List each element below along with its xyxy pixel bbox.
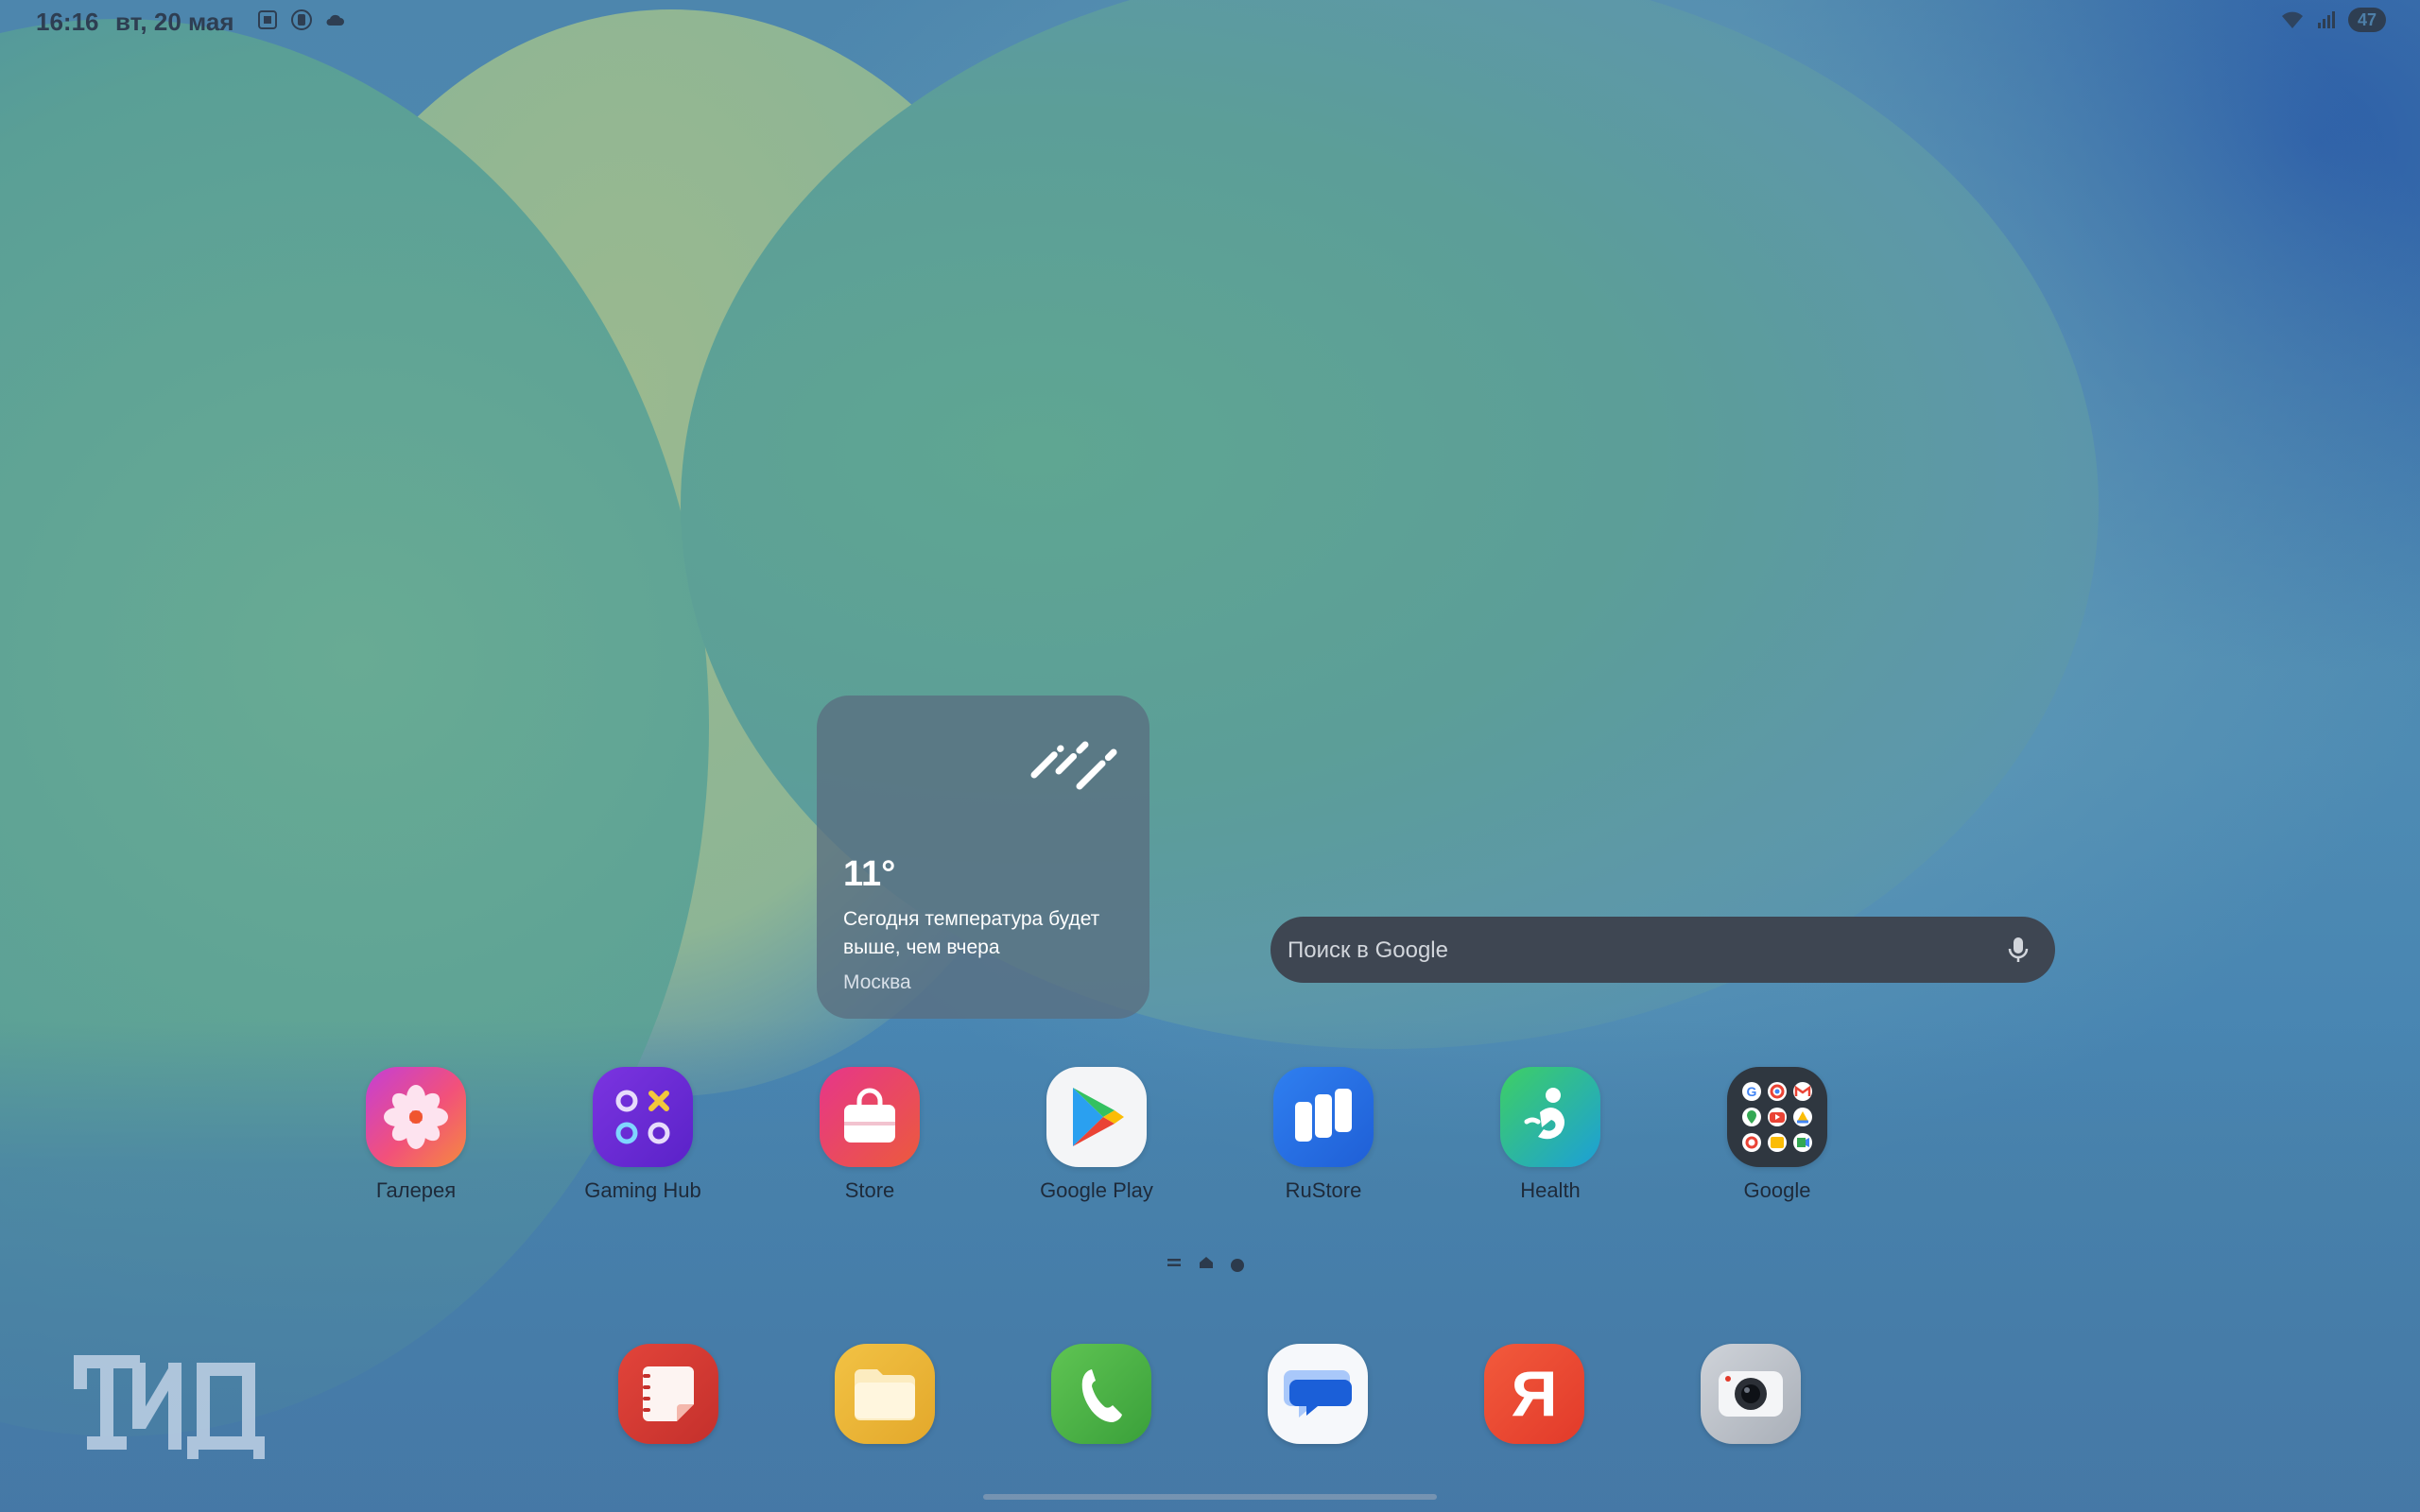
cloud-icon (323, 8, 348, 32)
screenshot-icon (255, 8, 280, 32)
yandex-glyph: Я (1511, 1358, 1558, 1430)
home-page-icon[interactable] (1199, 1255, 1214, 1275)
rustore-icon[interactable] (1273, 1067, 1374, 1167)
page-list-icon[interactable] (1167, 1256, 1182, 1274)
app-label: Google Play (1040, 1178, 1153, 1202)
messages-icon[interactable] (1268, 1344, 1368, 1444)
navigation-handle[interactable] (983, 1494, 1437, 1500)
play-triangle-icon[interactable] (1046, 1067, 1147, 1167)
health-figure-icon[interactable] (1500, 1067, 1600, 1167)
status-bar: 16:16 вт, 20 мая 47 (0, 0, 2420, 42)
phone-icon[interactable] (1051, 1344, 1151, 1444)
app-label: Google (1743, 1178, 1811, 1202)
app-label: RuStore (1285, 1178, 1362, 1202)
files-folder-icon[interactable] (835, 1344, 935, 1444)
svg-text:G: G (1747, 1084, 1757, 1099)
weather-widget[interactable]: 11° Сегодня температура будет выше, чем … (817, 696, 1150, 1019)
status-date: вт, 20 мая (115, 8, 234, 36)
signal-icon (2314, 8, 2339, 32)
app-health[interactable]: Health (1465, 1067, 1635, 1203)
folder-grid-icon[interactable]: G (1727, 1067, 1827, 1167)
watermark-logo (74, 1355, 272, 1466)
notes-icon[interactable] (618, 1344, 718, 1444)
battery-indicator: 47 (2348, 8, 2386, 32)
wifi-icon (2280, 8, 2305, 32)
search-placeholder: Поиск в Google (1288, 937, 1448, 963)
app-label: Галерея (375, 1178, 457, 1202)
app-google-folder[interactable]: G Google (1692, 1067, 1862, 1203)
app-store[interactable]: Store (785, 1067, 955, 1203)
weather-description: Сегодня температура будет выше, чем вчер… (843, 908, 1100, 958)
vibrate-icon (289, 8, 314, 32)
app-label: Store (844, 1178, 895, 1202)
app-rustore[interactable]: RuStore (1238, 1067, 1409, 1203)
app-gallery[interactable]: Галерея (331, 1067, 501, 1203)
status-time: 16:16 (36, 8, 99, 36)
app-label: Gaming Hub (584, 1178, 701, 1202)
mic-icon[interactable] (2002, 934, 2034, 966)
notification-icons (255, 8, 348, 32)
google-search-bar[interactable]: Поиск в Google (1270, 917, 2055, 983)
gaming-hub-icon[interactable] (593, 1067, 693, 1167)
app-google-play[interactable]: Google Play (1011, 1067, 1182, 1203)
app-label: Health (1520, 1178, 1581, 1202)
gallery-flower-icon[interactable] (366, 1067, 466, 1167)
yandex-icon[interactable]: Я (1484, 1344, 1584, 1444)
rain-icon (1025, 733, 1129, 804)
weather-city: Москва (843, 971, 911, 993)
weather-temperature: 11° (843, 854, 896, 894)
system-icons: 47 (2280, 8, 2386, 32)
wallpaper (0, 0, 2420, 1512)
page-indicator[interactable] (1167, 1255, 1244, 1275)
page-dot[interactable] (1231, 1258, 1244, 1272)
camera-icon[interactable] (1701, 1344, 1801, 1444)
app-gaming-hub[interactable]: Gaming Hub (558, 1067, 728, 1203)
shopping-bag-icon[interactable] (820, 1067, 920, 1167)
